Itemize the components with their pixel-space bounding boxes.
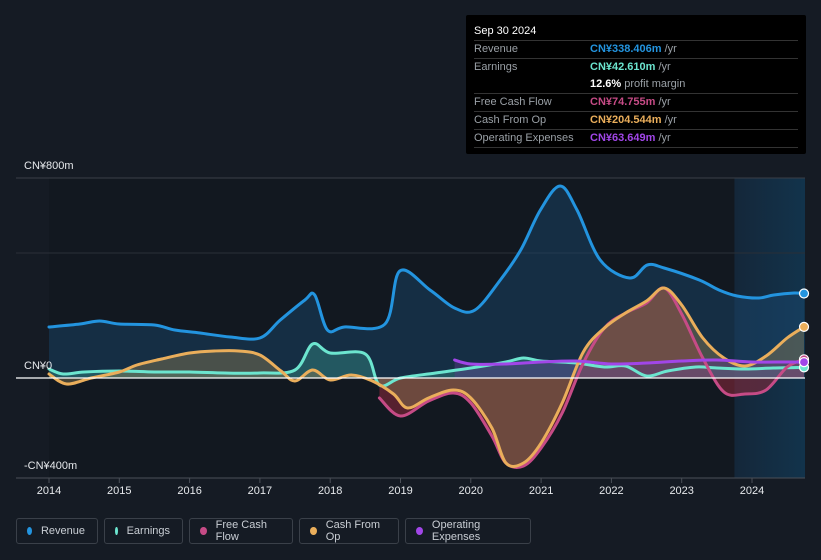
x-tick-label: 2017 [247, 485, 273, 497]
legend-dot-icon [200, 527, 207, 535]
legend-item-cash-from-op[interactable]: Cash From Op [299, 518, 399, 544]
profit-margin-value: 12.6% [590, 78, 622, 90]
tooltip-row-free-cash-flow: Free Cash Flow CN¥74.755m /yr [474, 94, 798, 112]
legend-label: Free Cash Flow [215, 519, 267, 543]
x-tick-label: 2016 [177, 485, 202, 497]
tooltip-row-cash-from-op: Cash From Op CN¥204.544m /yr [474, 112, 798, 130]
x-tick-label: 2018 [317, 485, 343, 497]
tooltip-label: Free Cash Flow [474, 96, 552, 108]
tooltip-value: CN¥74.755m [590, 96, 656, 108]
tooltip-value: CN¥338.406m [590, 43, 662, 55]
legend-item-earnings[interactable]: Earnings [104, 518, 183, 544]
x-tick-label: 2021 [528, 485, 554, 497]
x-tick-label: 2024 [739, 485, 765, 497]
legend-dot-icon [416, 527, 423, 535]
tooltip-label: Operating Expenses [474, 132, 574, 144]
endpoint-revenue[interactable] [798, 288, 810, 299]
legend-item-revenue[interactable]: Revenue [16, 518, 98, 544]
endpoint-cash-from-op[interactable] [798, 321, 810, 332]
tooltip-unit: /yr [658, 61, 671, 73]
legend-item-operating-expenses[interactable]: Operating Expenses [405, 518, 531, 544]
legend-label: Earnings [126, 525, 170, 537]
tooltip-label: Cash From Op [474, 114, 547, 126]
y-tick-label-neg400: -CN¥400m [24, 460, 78, 472]
tooltip-label: Revenue [474, 43, 519, 55]
tooltip-row-profit-margin: 12.6% profit margin [474, 76, 798, 94]
x-tick-label: 2023 [669, 485, 694, 497]
x-tick-label: 2014 [36, 485, 62, 497]
profit-margin-text: profit margin [624, 78, 686, 90]
legend-item-free-cash-flow[interactable]: Free Cash Flow [189, 518, 293, 544]
x-tick-label: 2019 [388, 485, 413, 497]
tooltip-unit: /yr [658, 132, 671, 144]
tooltip-panel: Sep 30 2024 Revenue CN¥338.406m /yr Earn… [466, 15, 806, 154]
tooltip-row-revenue: Revenue CN¥338.406m /yr [474, 41, 798, 59]
legend-label: Operating Expenses [431, 519, 481, 543]
legend-dot-icon [27, 527, 32, 535]
legend-dot-icon [310, 527, 317, 535]
chart-legend: Revenue Earnings Free Cash Flow Cash Fro… [16, 518, 531, 544]
tooltip-row-earnings: Earnings CN¥42.610m /yr [474, 59, 798, 76]
tooltip-unit: /yr [664, 114, 677, 126]
tooltip-row-operating-expenses: Operating Expenses CN¥63.649m /yr [474, 130, 798, 148]
x-tick-label: 2022 [599, 485, 624, 497]
legend-dot-icon [115, 527, 118, 535]
endpoint-operating-expenses[interactable] [798, 357, 810, 368]
y-tick-label-800: CN¥800m [24, 160, 74, 172]
tooltip-label: Earnings [474, 61, 518, 73]
legend-label: Cash From Op [325, 519, 381, 543]
tooltip-value: CN¥204.544m [590, 114, 662, 126]
tooltip-date: Sep 30 2024 [474, 23, 798, 41]
tooltip-unit: /yr [664, 43, 677, 55]
x-tick-label: 2020 [458, 485, 484, 497]
legend-label: Revenue [40, 525, 85, 537]
x-tick-label: 2015 [107, 485, 132, 497]
tooltip-value: CN¥42.610m [590, 61, 656, 73]
tooltip-value: CN¥63.649m [590, 132, 656, 144]
y-tick-label-0: CN¥0 [24, 360, 53, 372]
tooltip-unit: /yr [658, 96, 671, 108]
